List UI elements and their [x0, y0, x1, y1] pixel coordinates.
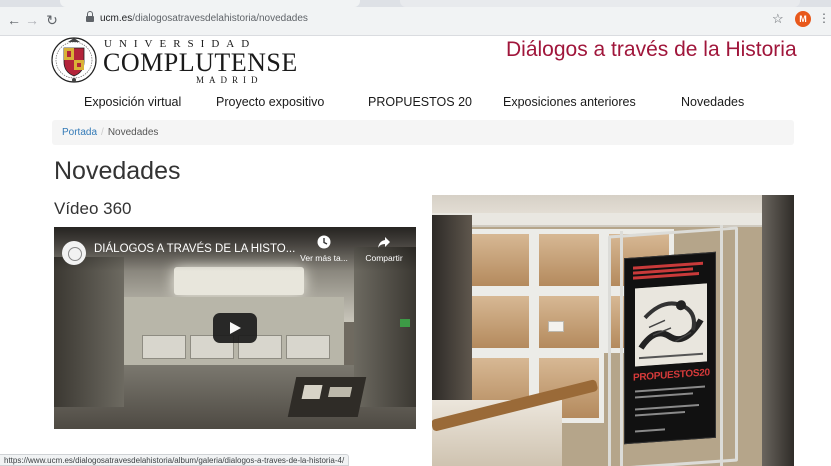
poster-text-line: [635, 428, 665, 433]
browser-toolbar: ← → ↻ ucm.es/dialogosatravesdelahistoria…: [0, 0, 831, 36]
poster-stand-bar: [720, 225, 723, 466]
share-arrow-icon: [378, 237, 390, 248]
arrow-left-icon[interactable]: ←: [6, 12, 22, 28]
poster-text-line: [635, 403, 699, 411]
watch-later-button[interactable]: Ver más ta...: [294, 235, 354, 263]
watch-later-label: Ver más ta...: [300, 253, 348, 263]
browser-tab[interactable]: [400, 0, 800, 7]
address-bar-url[interactable]: ucm.es/dialogosatravesdelahistoria/noved…: [100, 13, 308, 24]
video-frame-light: [174, 267, 304, 295]
video-frame-cabinet: [142, 335, 186, 359]
poster-text-line: [635, 385, 705, 393]
poster-text-line: [635, 392, 693, 399]
main-navigation: Exposición virtual Proyecto expositivo P…: [52, 92, 794, 114]
poster-illustration: [635, 283, 707, 367]
section-title: Vídeo 360: [54, 199, 132, 218]
video-player[interactable]: DIÁLOGOS A TRAVÉS DE LA HISTO... Ver más…: [54, 227, 416, 429]
logo-text-complutense: COMPLUTENSE: [103, 48, 298, 77]
browser-status-url: https://www.ucm.es/dialogosatravesdelahi…: [0, 454, 350, 466]
lock-icon[interactable]: [86, 11, 94, 23]
breadcrumb-current: Novedades: [107, 127, 159, 138]
arrow-right-icon[interactable]: →: [24, 12, 40, 28]
clock-icon: [317, 235, 331, 249]
nav-item-propuestos-20[interactable]: PROPUESTOS 20: [368, 95, 472, 109]
kebab-menu-icon[interactable]: ⋮: [818, 11, 830, 25]
exhibition-photo[interactable]: PROPUESTOS20: [432, 195, 794, 466]
nav-item-exposicion-virtual[interactable]: Exposición virtual: [84, 95, 181, 109]
video-frame-cabinet: [286, 335, 330, 359]
nav-item-novedades[interactable]: Novedades: [681, 95, 744, 109]
video-title[interactable]: DIÁLOGOS A TRAVÉS DE LA HISTO...: [94, 243, 295, 255]
propuestos-poster: PROPUESTOS20: [624, 251, 716, 445]
reload-icon[interactable]: ↻: [44, 12, 60, 28]
star-icon[interactable]: ☆: [772, 11, 784, 27]
breadcrumb-separator: /: [101, 127, 104, 138]
url-host: ucm.es: [100, 13, 133, 24]
video-frame-left-wall: [54, 257, 124, 407]
video-frame-display-case: [287, 377, 367, 417]
profile-avatar[interactable]: M: [795, 11, 811, 27]
university-crest-logo[interactable]: [50, 36, 98, 86]
breadcrumb: Portada / Novedades: [52, 120, 794, 145]
nav-item-proyecto-expositivo[interactable]: Proyecto expositivo: [216, 95, 324, 109]
play-icon: [230, 322, 241, 334]
share-button[interactable]: Compartir: [358, 235, 410, 263]
page-title: Novedades: [54, 157, 181, 185]
envelope-icon: [548, 321, 564, 332]
breadcrumb-home-link[interactable]: Portada: [62, 127, 97, 138]
poster-stand-bar: [620, 231, 623, 466]
tab-strip: [0, 0, 831, 7]
logo-text-madrid: MADRID: [196, 75, 263, 85]
url-path: /dialogosatravesdelahistoria/novedades: [132, 13, 308, 24]
photo-window-header: [432, 213, 794, 227]
site-title[interactable]: Diálogos a través de la Historia: [506, 38, 797, 62]
browser-tab-active[interactable]: [60, 0, 360, 7]
play-button[interactable]: [213, 313, 257, 343]
video-frame-exit-sign: [400, 319, 410, 327]
poster-title: PROPUESTOS20: [633, 367, 710, 384]
poster-text-line: [635, 410, 685, 417]
channel-avatar-icon[interactable]: [62, 241, 86, 265]
photo-right-column: [762, 195, 794, 466]
nav-item-exposiciones-anteriores[interactable]: Exposiciones anteriores: [503, 95, 636, 109]
share-label: Compartir: [365, 253, 403, 263]
poster-header-lines: [633, 261, 709, 282]
